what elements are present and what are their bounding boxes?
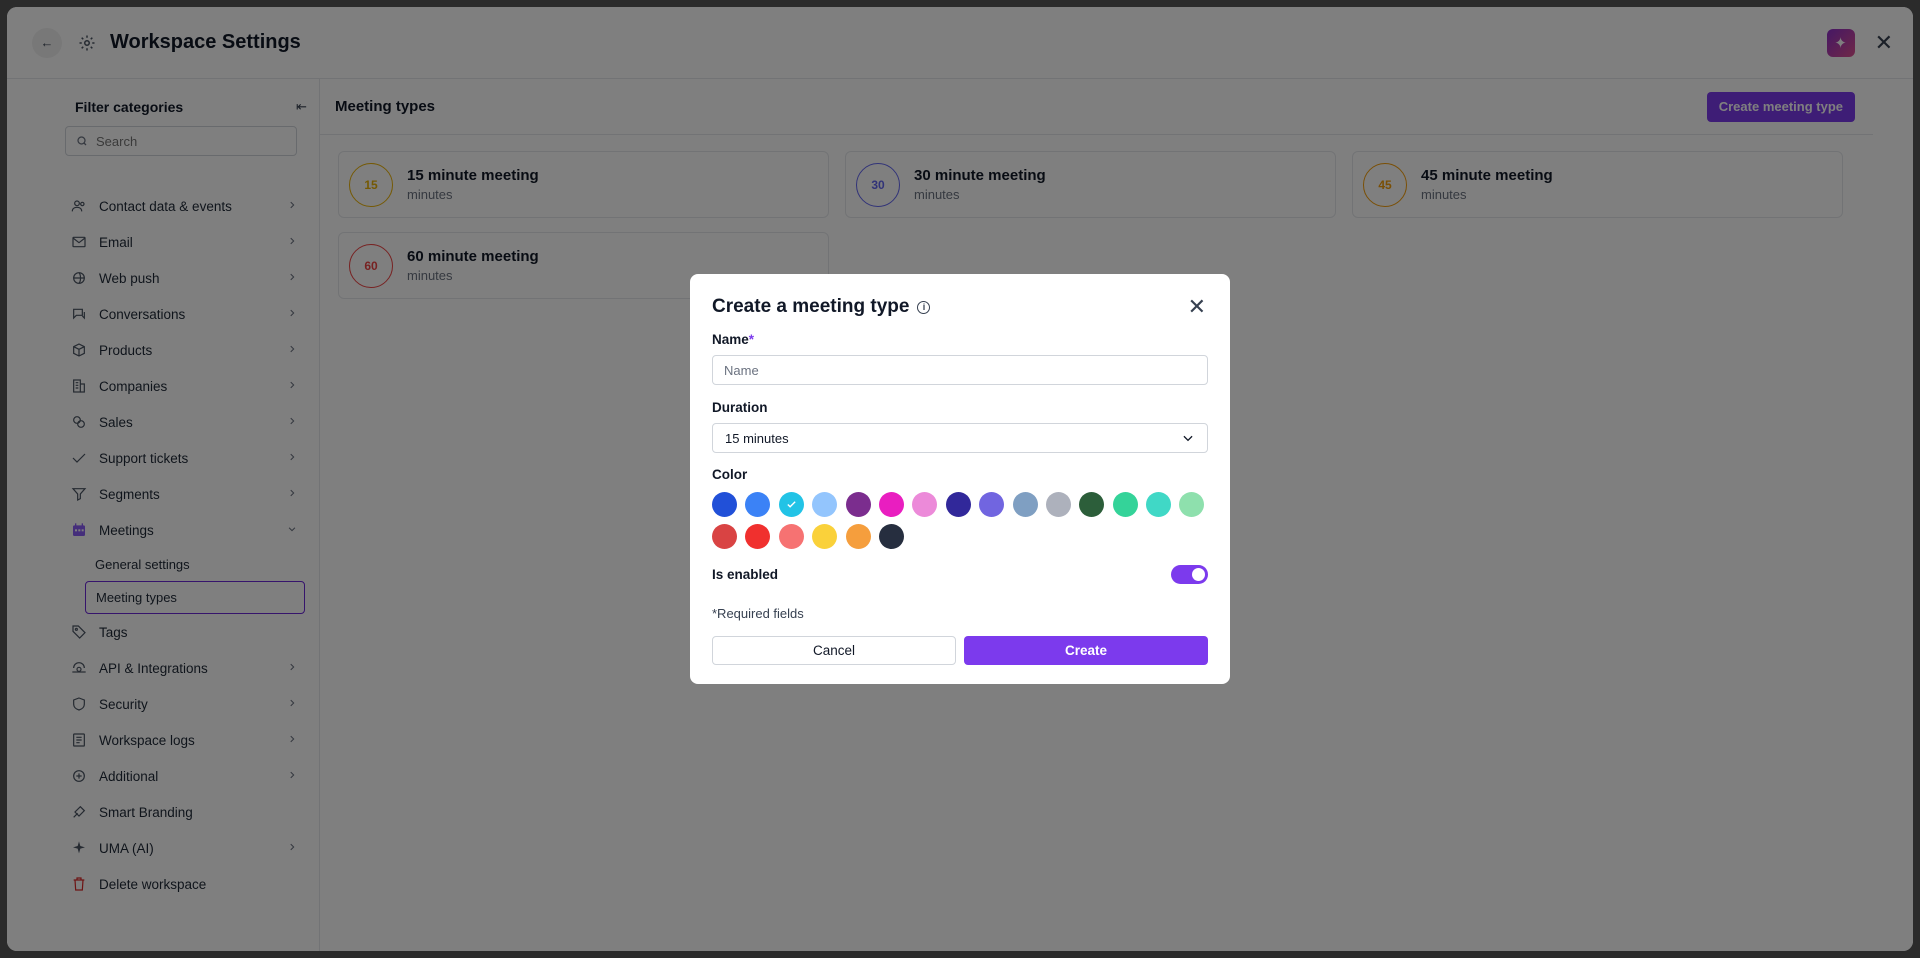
color-swatch[interactable] bbox=[778, 524, 804, 549]
color-swatch[interactable] bbox=[712, 524, 737, 549]
color-swatch[interactable] bbox=[778, 492, 804, 517]
duration-label: Duration bbox=[712, 400, 768, 415]
info-icon[interactable]: i bbox=[917, 300, 931, 314]
color-swatches bbox=[712, 492, 1212, 549]
color-swatch[interactable] bbox=[812, 524, 838, 549]
color-swatch[interactable] bbox=[745, 492, 771, 517]
color-swatch[interactable] bbox=[845, 492, 871, 517]
color-swatch[interactable] bbox=[845, 524, 871, 549]
color-swatch[interactable] bbox=[979, 492, 1005, 517]
name-label: Name* bbox=[712, 332, 755, 347]
color-swatch[interactable] bbox=[1045, 492, 1071, 517]
enabled-label: Is enabled bbox=[712, 567, 779, 582]
duration-value: 15 minutes bbox=[725, 430, 789, 446]
modal-title: Create a meeting type bbox=[712, 296, 910, 317]
close-icon[interactable]: ✕ bbox=[1188, 296, 1206, 318]
duration-select[interactable]: 15 minutes bbox=[712, 423, 1208, 453]
color-swatch[interactable] bbox=[945, 492, 971, 517]
color-swatch[interactable] bbox=[912, 492, 938, 517]
color-swatch[interactable] bbox=[1079, 492, 1105, 517]
color-swatch[interactable] bbox=[1146, 492, 1172, 517]
name-input[interactable] bbox=[712, 355, 1208, 385]
color-swatch[interactable] bbox=[812, 492, 838, 517]
create-meeting-type-dialog: Create a meeting type i ✕ Name* Duration… bbox=[690, 274, 1230, 684]
chevron-down-icon bbox=[1183, 435, 1193, 442]
color-swatch[interactable] bbox=[1012, 492, 1038, 517]
color-swatch[interactable] bbox=[878, 524, 904, 549]
color-swatch[interactable] bbox=[745, 524, 771, 549]
toggle-knob bbox=[1192, 568, 1205, 581]
cancel-button[interactable]: Cancel bbox=[712, 636, 956, 665]
enabled-toggle[interactable] bbox=[1171, 565, 1208, 584]
color-swatch[interactable] bbox=[1179, 492, 1205, 517]
color-swatch[interactable] bbox=[712, 492, 737, 517]
color-swatch[interactable] bbox=[1112, 492, 1138, 517]
create-button[interactable]: Create bbox=[964, 636, 1208, 665]
check-icon bbox=[787, 501, 796, 508]
required-note: *Required fields bbox=[712, 606, 804, 621]
color-swatch[interactable] bbox=[878, 492, 904, 517]
color-label: Color bbox=[712, 467, 748, 482]
